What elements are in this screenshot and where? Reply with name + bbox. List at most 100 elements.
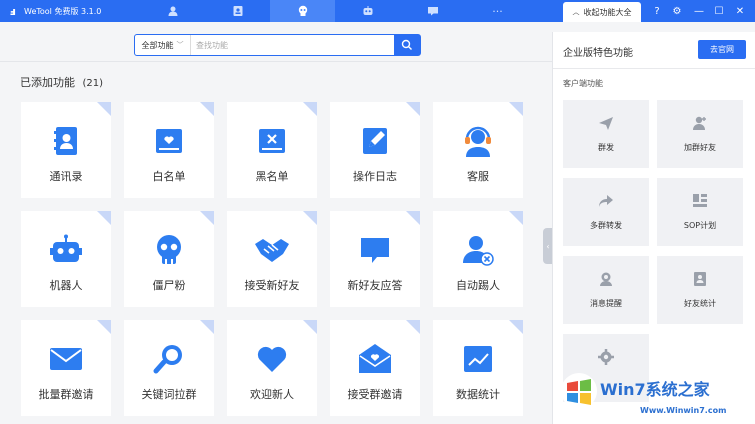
chevron-down-icon: ﹀ — [176, 41, 184, 49]
tile-label: 通讯录 — [49, 170, 83, 183]
chat-icon[interactable] — [400, 0, 465, 22]
blacklist-icon — [253, 124, 291, 158]
enterprise-feature-tile[interactable]: 群发 — [563, 100, 649, 168]
enterprise-feature-tile[interactable]: 多群转发 — [563, 178, 649, 246]
tile-label: 欢迎新人 — [250, 388, 294, 401]
enterprise-feature-label: 好友统计 — [684, 299, 716, 308]
help-icon[interactable]: ? — [647, 0, 667, 22]
added-corner-badge — [406, 320, 420, 334]
settings-gear-icon[interactable]: ⚙ — [667, 0, 687, 22]
headset-icon — [459, 124, 497, 158]
magnifier-icon — [150, 342, 188, 376]
enterprise-feature-tile[interactable]: 好友统计 — [657, 256, 743, 324]
added-corner-badge — [509, 320, 523, 334]
title-bar: ⅎ WeTool 免费版 3.1.0 ··· ︿ 收起功能大全 ? ⚙ — ☐ … — [0, 0, 755, 22]
added-corner-badge — [406, 102, 420, 116]
tile-label: 接受群邀请 — [347, 388, 403, 401]
chevron-up-icon: ︿ — [572, 8, 580, 16]
robot-icon — [47, 233, 85, 267]
maximize-button[interactable]: ☐ — [709, 0, 729, 22]
enterprise-feature-label: 多群转发 — [590, 221, 622, 230]
feature-tile[interactable]: 批量群邀请 — [21, 320, 111, 416]
feature-tile[interactable]: 操作日志 — [330, 102, 420, 198]
watermark-title: Win7系统之家 — [600, 380, 710, 399]
tile-label: 机器人 — [49, 279, 83, 292]
search-category-label: 全部功能 — [141, 40, 174, 50]
added-corner-badge — [303, 211, 317, 225]
forward-icon — [597, 192, 615, 210]
card-icon[interactable] — [205, 0, 270, 22]
tile-label: 黑名单 — [255, 170, 289, 183]
gear-icon — [597, 348, 615, 366]
added-corner-badge — [97, 211, 111, 225]
minimize-button[interactable]: — — [689, 0, 709, 22]
bell-user-icon — [597, 270, 615, 288]
feature-tile[interactable]: 机器人 — [21, 211, 111, 307]
enterprise-feature-tile[interactable]: 加群好友 — [657, 100, 743, 168]
added-corner-badge — [509, 211, 523, 225]
added-corner-badge — [303, 102, 317, 116]
added-corner-badge — [303, 320, 317, 334]
tile-label: 关键词拉群 — [141, 388, 197, 401]
feature-tile[interactable]: 自动踢人 — [433, 211, 523, 307]
panel-subtitle: 客户端功能 — [563, 79, 603, 88]
added-corner-badge — [509, 102, 523, 116]
app-title: WeTool 免费版 3.1.0 — [24, 6, 102, 16]
contacts-icon[interactable] — [140, 0, 205, 22]
panel-title: 企业版特色功能 — [563, 48, 633, 59]
send-icon — [597, 114, 615, 132]
feature-tile[interactable]: 客服 — [433, 102, 523, 198]
added-corner-badge — [200, 320, 214, 334]
added-corner-badge — [97, 102, 111, 116]
kick-user-icon — [459, 233, 497, 267]
chevron-left-icon: ‹ — [546, 241, 550, 251]
panel-divider — [553, 68, 755, 69]
tile-label: 数据统计 — [456, 388, 500, 401]
feature-tile[interactable]: 接受新好友 — [227, 211, 317, 307]
added-corner-badge — [406, 211, 420, 225]
tile-label: 新好友应答 — [347, 279, 403, 292]
feature-tile[interactable]: 欢迎新人 — [227, 320, 317, 416]
feature-tile[interactable]: 黑名单 — [227, 102, 317, 198]
tile-label: 操作日志 — [353, 170, 397, 183]
enterprise-feature-label: 加群好友 — [684, 143, 716, 152]
more-icon[interactable]: ··· — [465, 0, 530, 22]
tile-label: 僵尸粉 — [152, 279, 186, 292]
feature-tile[interactable]: 关键词拉群 — [124, 320, 214, 416]
enterprise-feature-tile[interactable]: SOP计划 — [657, 178, 743, 246]
enterprise-feature-label: SOP计划 — [683, 221, 717, 230]
collapse-all-features-tab[interactable]: ︿ 收起功能大全 — [563, 2, 641, 22]
feature-count: (21) — [82, 78, 104, 89]
search-category-select[interactable]: 全部功能 ﹀ — [135, 35, 191, 55]
envelope-icon — [47, 342, 85, 376]
enterprise-features-panel: 企业版特色功能 去官网 客户端功能 群发 加群好友 多群转发 SOP计划 消息提… — [552, 32, 755, 424]
official-site-button[interactable]: 去官网 — [698, 40, 746, 59]
feature-tile[interactable]: 新好友应答 — [330, 211, 420, 307]
tile-label: 客服 — [467, 170, 489, 183]
feature-tile[interactable]: 僵尸粉 — [124, 211, 214, 307]
plan-icon — [691, 192, 709, 210]
enterprise-feature-tile[interactable]: 消息提醒 — [563, 256, 649, 324]
search-input[interactable] — [191, 35, 394, 55]
enterprise-feature-label: 消息提醒 — [590, 299, 622, 308]
robot-icon[interactable] — [335, 0, 400, 22]
added-corner-badge — [97, 320, 111, 334]
feature-tile[interactable]: 白名单 — [124, 102, 214, 198]
feature-tile[interactable]: 数据统计 — [433, 320, 523, 416]
app-logo-icon: ⅎ — [9, 4, 17, 18]
feature-tile[interactable]: 接受群邀请 — [330, 320, 420, 416]
tile-label: 接受新好友 — [244, 279, 300, 292]
feature-tile[interactable]: 通讯录 — [21, 102, 111, 198]
top-nav: ··· — [140, 0, 530, 22]
search-button[interactable] — [394, 35, 420, 55]
enterprise-feature-label: 群发 — [598, 143, 614, 152]
added-corner-badge — [200, 102, 214, 116]
tile-label: 批量群邀请 — [38, 388, 94, 401]
skull-icon — [150, 233, 188, 267]
skull-icon[interactable] — [270, 0, 335, 22]
windows-logo-icon — [561, 373, 597, 409]
search-icon — [401, 39, 412, 50]
close-button[interactable]: ✕ — [730, 0, 750, 22]
address-book-icon — [47, 124, 85, 158]
section-title-text: 已添加功能 — [20, 76, 75, 89]
